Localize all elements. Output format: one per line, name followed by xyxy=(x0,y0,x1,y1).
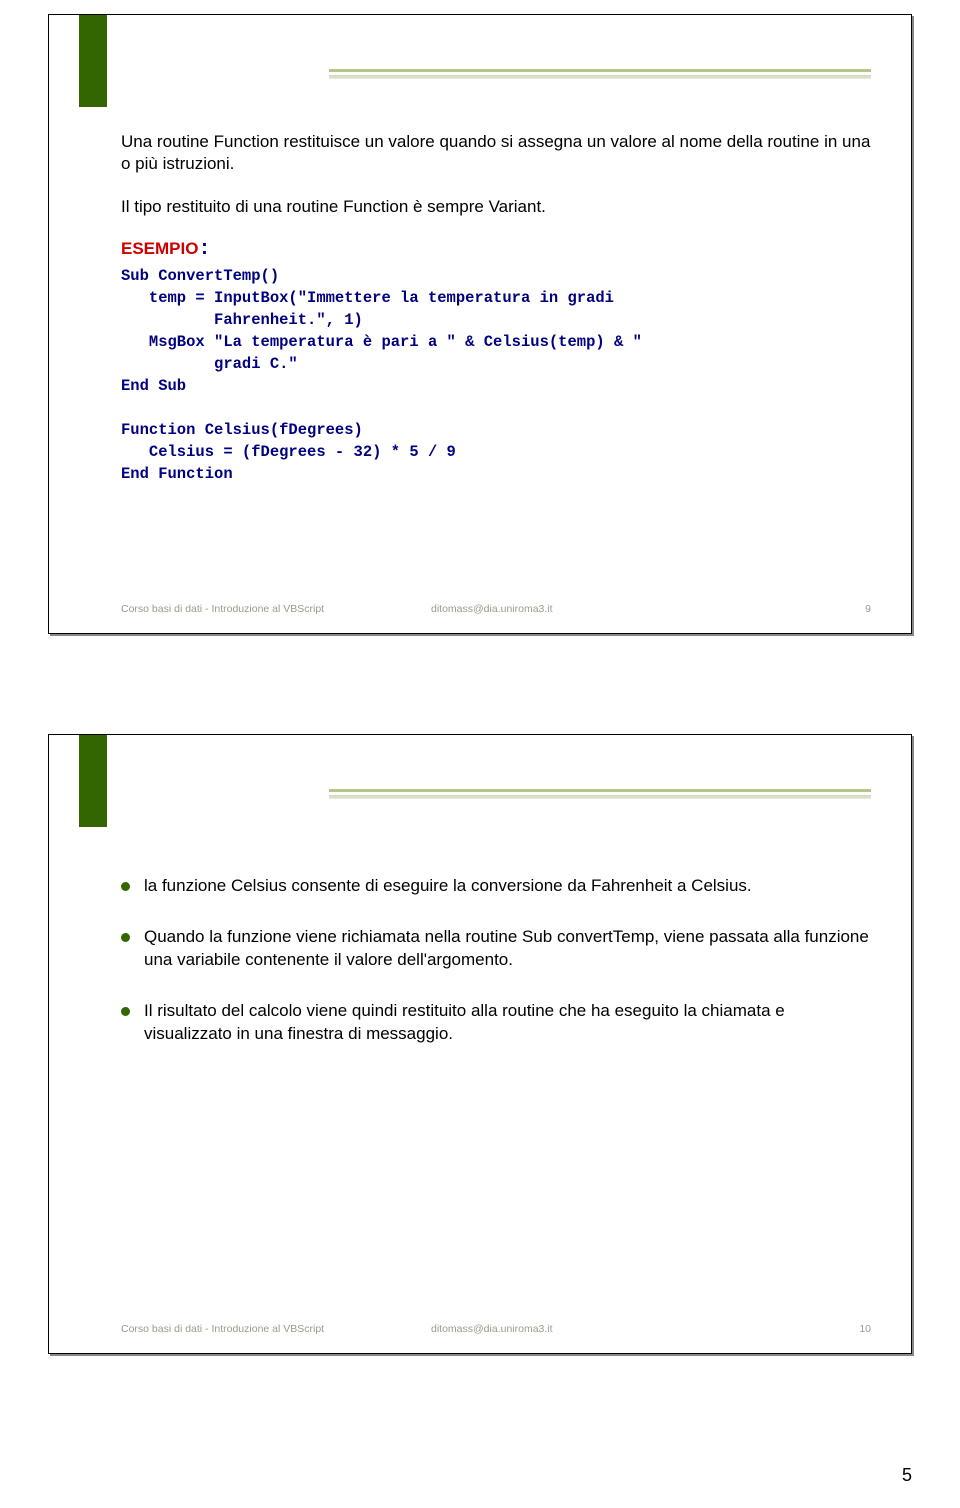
decoration-rule xyxy=(329,795,871,799)
slide-1-content: Una routine Function restituisce un valo… xyxy=(121,131,871,485)
footer-page-num: 10 xyxy=(831,1323,871,1335)
code-block: Sub ConvertTemp() temp = InputBox("Immet… xyxy=(121,265,871,485)
document-page-number: 5 xyxy=(902,1465,912,1486)
bullet-icon xyxy=(121,1007,130,1016)
footer-page-num: 9 xyxy=(831,603,871,615)
paragraph: Una routine Function restituisce un valo… xyxy=(121,131,871,176)
decoration-rule xyxy=(329,69,871,72)
bullet-list: la funzione Celsius consente di eseguire… xyxy=(121,875,871,1046)
decoration-stripe xyxy=(79,735,107,827)
footer-left: Corso basi di dati - Introduzione al VBS… xyxy=(121,1323,431,1335)
list-item: Quando la funzione viene richiamata nell… xyxy=(121,926,871,972)
bullet-text: la funzione Celsius consente di eseguire… xyxy=(144,875,752,898)
bullet-text: Il risultato del calcolo viene quindi re… xyxy=(144,1000,871,1046)
list-item: Il risultato del calcolo viene quindi re… xyxy=(121,1000,871,1046)
decoration-stripe xyxy=(79,15,107,107)
example-label: ESEMPIO: xyxy=(121,238,871,261)
slide-2: la funzione Celsius consente di eseguire… xyxy=(48,734,912,1354)
decoration-rule xyxy=(329,789,871,792)
footer-mid: ditomass@dia.uniroma3.it xyxy=(431,1323,831,1335)
slide-footer: Corso basi di dati - Introduzione al VBS… xyxy=(121,603,871,615)
bullet-text: Quando la funzione viene richiamata nell… xyxy=(144,926,871,972)
slide-2-content: la funzione Celsius consente di eseguire… xyxy=(121,875,871,1074)
footer-left: Corso basi di dati - Introduzione al VBS… xyxy=(121,603,431,615)
paragraph: Il tipo restituito di una routine Functi… xyxy=(121,196,871,218)
bullet-icon xyxy=(121,882,130,891)
list-item: la funzione Celsius consente di eseguire… xyxy=(121,875,871,898)
decoration-rule xyxy=(329,75,871,79)
slide-1: Una routine Function restituisce un valo… xyxy=(48,14,912,634)
footer-mid: ditomass@dia.uniroma3.it xyxy=(431,603,831,615)
bullet-icon xyxy=(121,933,130,942)
page: Una routine Function restituisce un valo… xyxy=(0,0,960,1508)
slide-footer: Corso basi di dati - Introduzione al VBS… xyxy=(121,1323,871,1335)
